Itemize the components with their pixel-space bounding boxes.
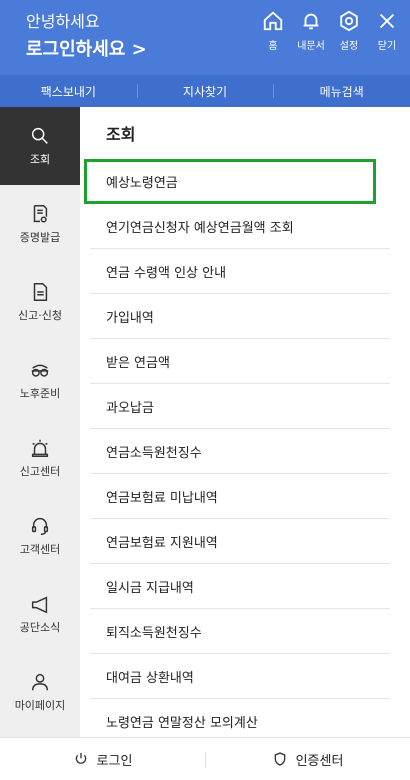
- header-actions: 홈 내문서 설정 닫기: [252, 10, 404, 52]
- sidebar-item-label: 고객센터: [19, 543, 61, 556]
- sidebar-item-label: 신고센터: [19, 465, 61, 478]
- branch-finder-link[interactable]: 지사찾기: [136, 83, 274, 100]
- settings-label: 설정: [339, 41, 359, 52]
- list-item[interactable]: 가입내역: [90, 294, 390, 339]
- category-sidebar: 조회 증명발급 신고·신청 노후준비 신고센터 고객센터 공단소식 마이페이지: [0, 107, 80, 737]
- document-icon: [33, 283, 48, 301]
- settings-button[interactable]: 설정: [332, 10, 366, 52]
- search-icon: [31, 127, 48, 144]
- submenu-panel: 조회 예상노령연금 연기연금신청자 예상연금월액 조회 연금 수령액 인상 안내…: [80, 107, 410, 744]
- list-item[interactable]: 받은 연금액: [90, 339, 390, 384]
- close-icon: [379, 13, 395, 29]
- my-documents-label: 내문서: [297, 41, 325, 52]
- sub-navigation: 팩스보내기 지사찾기 메뉴검색: [0, 75, 410, 107]
- my-documents-button[interactable]: 내문서: [294, 10, 328, 52]
- sidebar-item-label: 증명발급: [19, 231, 61, 244]
- list-item[interactable]: 연금 수령액 인상 안내: [90, 249, 390, 294]
- person-icon: [31, 673, 49, 691]
- list-item[interactable]: 연금소득원천징수: [90, 429, 390, 474]
- login-button[interactable]: 로그인: [0, 750, 205, 769]
- power-icon: [75, 753, 86, 764]
- sidebar-item-report[interactable]: 신고·신청: [0, 263, 80, 341]
- sidebar-item-certificate[interactable]: 증명발급: [0, 185, 80, 263]
- greeting-text: 안녕하세요: [26, 12, 100, 31]
- sidebar-item-label: 노후준비: [19, 387, 61, 400]
- sidebar-item-customer-center[interactable]: 고객센터: [0, 497, 80, 575]
- list-item[interactable]: 대여금 상환내역: [90, 654, 390, 699]
- megaphone-icon: [31, 596, 48, 614]
- bottom-bar: 로그인 인증센터: [0, 737, 410, 780]
- list-item[interactable]: 퇴직소득원천징수: [90, 609, 390, 654]
- sidebar-item-report-center[interactable]: 신고센터: [0, 419, 80, 497]
- certification-label: 인증센터: [295, 753, 344, 769]
- home-label: 홈: [268, 41, 278, 52]
- shield-icon: [274, 752, 285, 766]
- fax-send-link[interactable]: 팩스보내기: [0, 83, 137, 100]
- sidebar-item-label: 마이페이지: [14, 699, 66, 712]
- siren-icon: [31, 439, 49, 457]
- login-label: 로그인: [96, 753, 133, 769]
- list-item[interactable]: 연금보험료 지원내역: [90, 519, 390, 564]
- login-link[interactable]: 로그인하세요 >: [26, 35, 147, 61]
- home-icon: [263, 11, 283, 31]
- section-title: 조회: [106, 125, 136, 144]
- list-item[interactable]: 연기연금신청자 예상연금월액 조회: [90, 204, 390, 249]
- sidebar-item-label: 신고·신청: [18, 309, 62, 322]
- menu-search-link[interactable]: 메뉴검색: [273, 83, 410, 100]
- app-header: 안녕하세요 로그인하세요 > 홈 내문서 설정 닫기: [0, 0, 410, 75]
- sidebar-item-news[interactable]: 공단소식: [0, 575, 80, 653]
- document-check-icon: [33, 205, 48, 223]
- list-item[interactable]: 일시금 지급내역: [90, 564, 390, 609]
- sidebar-item-label: 조회: [29, 153, 51, 166]
- sidebar-item-retirement[interactable]: 노후준비: [0, 341, 80, 419]
- headset-icon: [31, 517, 49, 535]
- certification-center-button[interactable]: 인증센터: [205, 750, 410, 769]
- menu-item-expected-pension[interactable]: 예상노령연금: [84, 159, 376, 204]
- sidebar-item-label: 공단소식: [19, 621, 61, 634]
- list-item[interactable]: 연금보험료 미납내역: [90, 474, 390, 519]
- submenu-list: 예상노령연금 연기연금신청자 예상연금월액 조회 연금 수령액 인상 안내 가입…: [84, 159, 390, 744]
- sidebar-item-mypage[interactable]: 마이페이지: [0, 653, 80, 731]
- list-item[interactable]: 과오납금: [90, 384, 390, 429]
- home-button[interactable]: 홈: [256, 10, 290, 52]
- sidebar-item-inquiry[interactable]: 조회: [0, 107, 80, 185]
- close-button[interactable]: 닫기: [370, 10, 404, 52]
- close-label: 닫기: [377, 41, 397, 52]
- bell-icon: [303, 13, 319, 30]
- glasses-icon: [31, 364, 49, 377]
- gear-icon: [340, 10, 358, 32]
